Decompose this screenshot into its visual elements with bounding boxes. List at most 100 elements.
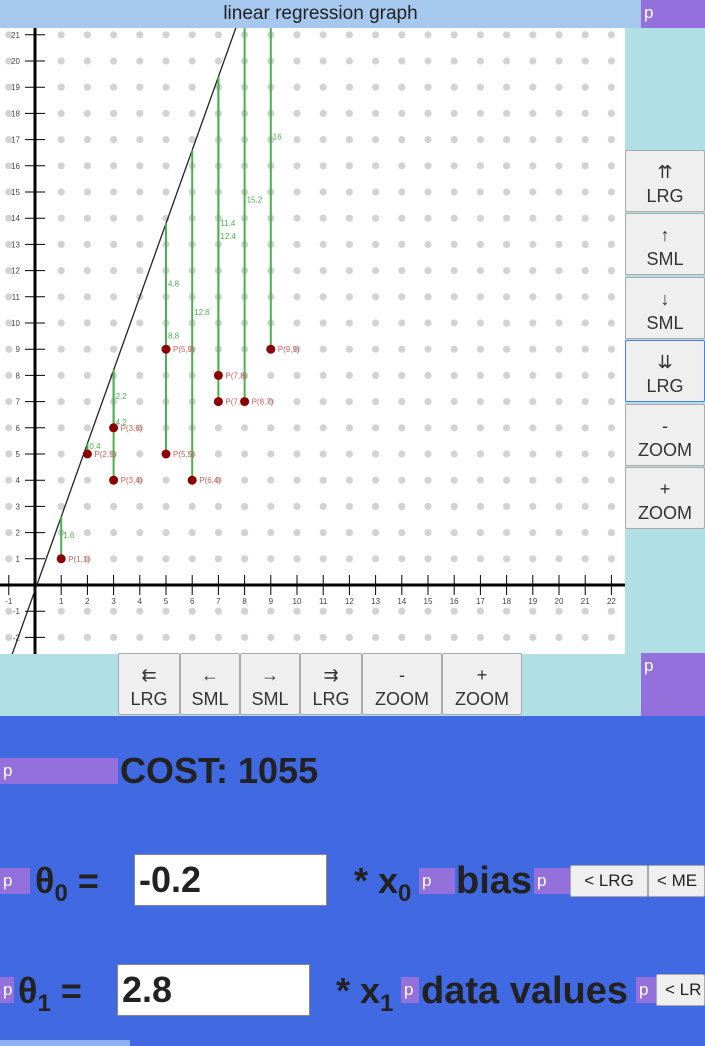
- grid-dot: [5, 607, 13, 615]
- down-large-button[interactable]: ⇊ LRG: [625, 340, 705, 402]
- point-label: P(5,5): [173, 450, 195, 459]
- grid-dot: [110, 162, 118, 170]
- grid-dot: [450, 529, 458, 537]
- grid-dot: [188, 633, 196, 642]
- zoom-out-horizontal-button[interactable]: - ZOOM: [362, 653, 442, 715]
- y-tick-label: 16: [11, 162, 20, 171]
- grid-dot: [110, 319, 118, 327]
- grid-dot: [581, 371, 589, 379]
- left-large-button[interactable]: ⇇ LRG: [118, 653, 180, 715]
- grid-dot: [555, 83, 563, 91]
- up-large-button[interactable]: ⇈ LRG: [625, 150, 705, 212]
- grid-dot: [398, 371, 406, 379]
- grid-dot: [267, 502, 275, 510]
- grid-dot: [5, 529, 13, 537]
- residual-label: 12.4: [220, 232, 236, 241]
- grid-dot: [476, 109, 484, 117]
- bias-label: bias: [456, 860, 533, 902]
- grid-dot: [83, 188, 91, 196]
- y-tick-label: 21: [11, 31, 20, 40]
- grid-dot: [267, 555, 275, 563]
- plus-icon: +: [659, 478, 671, 499]
- grid-dot: [372, 450, 380, 458]
- button-label: SML: [646, 312, 684, 333]
- grid-dot: [293, 57, 301, 65]
- grid-dot: [424, 188, 432, 196]
- theta0-decrease-medium-button[interactable]: < ME: [648, 865, 705, 897]
- point-label: P(8,7): [252, 398, 274, 407]
- grid-dot: [345, 31, 353, 39]
- grid-dot: [450, 240, 458, 248]
- grid-dot: [372, 240, 380, 248]
- grid-dot: [529, 450, 537, 458]
- grid-dot: [57, 607, 65, 615]
- button-label: LRG: [646, 185, 684, 206]
- grid-dot: [450, 83, 458, 91]
- grid-dot: [607, 293, 616, 301]
- left-small-button[interactable]: ← SML: [180, 653, 240, 715]
- zoom-in-vertical-button[interactable]: + ZOOM: [625, 467, 705, 529]
- up-small-button[interactable]: ↑ SML: [625, 213, 705, 275]
- theta-subscript: 0: [54, 880, 68, 908]
- grid-dot: [136, 267, 144, 275]
- grid-dot: [83, 476, 91, 484]
- zoom-in-horizontal-button[interactable]: + ZOOM: [442, 653, 522, 715]
- grid-dot: [345, 555, 353, 563]
- grid-dot: [136, 31, 144, 39]
- grid-dot: [555, 240, 563, 248]
- grid-dot: [319, 502, 327, 510]
- grid-dot: [529, 555, 537, 563]
- grid-dot: [476, 424, 484, 432]
- grid-dot: [555, 293, 563, 301]
- right-small-button[interactable]: → SML: [240, 653, 300, 715]
- grid-dot: [293, 162, 301, 170]
- x-tick-label: 5: [164, 597, 169, 606]
- grid-dot: [476, 450, 484, 458]
- grid-dot: [83, 267, 91, 275]
- x-tick-label: 20: [555, 597, 564, 606]
- grid-dot: [136, 319, 144, 327]
- grid-dot: [372, 267, 380, 275]
- grid-dot: [293, 188, 301, 196]
- grid-dot: [372, 214, 380, 222]
- grid-dot: [503, 214, 511, 222]
- grid-dot: [398, 424, 406, 432]
- button-label: ZOOM: [638, 439, 692, 460]
- grid-dot: [188, 109, 196, 117]
- right-large-button[interactable]: ⇉ LRG: [300, 653, 362, 715]
- grid-dot: [607, 57, 616, 65]
- grid-dot: [372, 607, 380, 615]
- x-tick-label: 18: [502, 597, 511, 606]
- x-tick-label: 16: [450, 597, 459, 606]
- grid-dot: [345, 345, 353, 353]
- theta0-input[interactable]: [134, 854, 327, 906]
- grid-dot: [5, 502, 13, 510]
- grid-dot: [162, 555, 170, 563]
- grid-dot: [319, 293, 327, 301]
- grid-dot: [450, 476, 458, 484]
- grid-dot: [529, 267, 537, 275]
- button-label: ZOOM: [455, 689, 509, 709]
- x-tick-label: 12: [345, 597, 354, 606]
- grid-dot: [136, 214, 144, 222]
- theta1-input[interactable]: [117, 964, 310, 1016]
- y-tick-label: 15: [11, 188, 20, 197]
- grid-dot: [345, 502, 353, 510]
- grid-dot: [424, 398, 432, 406]
- y-tick-label: 7: [16, 398, 21, 407]
- regression-graph[interactable]: -1 1 2 3 4 5 6 7 8 9 10 11 12 13 14 15 16 17 18 19 20 21 22-2-…: [0, 28, 625, 654]
- grid-dot: [450, 371, 458, 379]
- grid-dot: [372, 529, 380, 537]
- grid-dot: [345, 188, 353, 196]
- grid-dot: [450, 607, 458, 615]
- grid-dot: [188, 31, 196, 39]
- plus-icon: +: [476, 665, 488, 685]
- grid-dot: [450, 345, 458, 353]
- grid-dot: [607, 214, 616, 222]
- grid-dot: [503, 633, 511, 642]
- zoom-out-vertical-button[interactable]: - ZOOM: [625, 404, 705, 466]
- grid-dot: [5, 476, 13, 484]
- theta1-decrease-large-button[interactable]: < LR: [656, 974, 705, 1006]
- theta0-decrease-large-button[interactable]: < LRG: [570, 865, 648, 897]
- down-small-button[interactable]: ↓ SML: [625, 277, 705, 339]
